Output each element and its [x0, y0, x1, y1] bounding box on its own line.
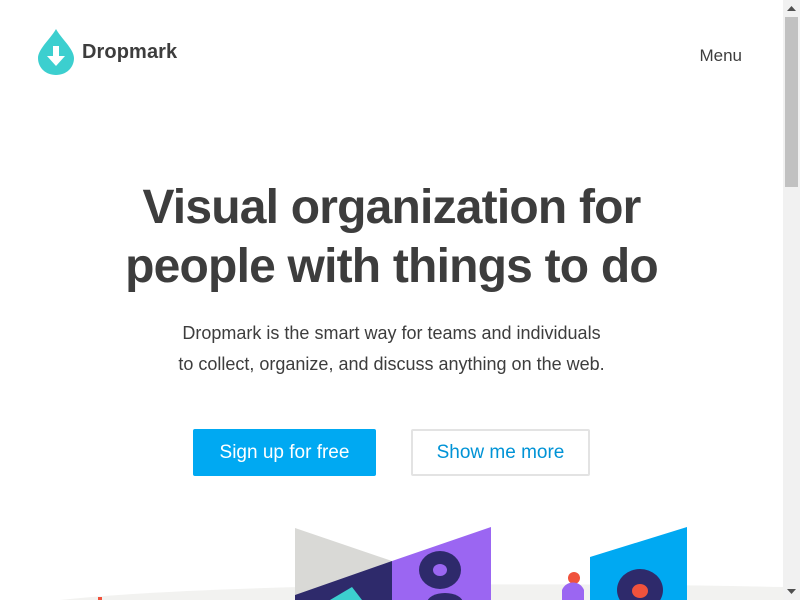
triangle-up-icon [787, 6, 796, 11]
show-more-button[interactable]: Show me more [411, 429, 590, 476]
hero-subtitle-line-1: Dropmark is the smart way for teams and … [182, 323, 601, 343]
hero-subtitle: Dropmark is the smart way for teams and … [0, 318, 783, 380]
triangle-down-icon [787, 589, 796, 594]
page: Dropmark Menu Visual organization for pe… [0, 0, 800, 600]
brand-logo-link[interactable]: Dropmark [38, 29, 177, 75]
hero-illustration-graphic [60, 527, 783, 600]
purple-panel-ring-hole [433, 564, 447, 576]
blue-panel-ring-center [632, 584, 648, 598]
hero-title: Visual organization for people with thin… [0, 178, 783, 296]
person-head-shape [568, 572, 580, 584]
sign-up-button[interactable]: Sign up for free [193, 429, 376, 476]
hero-title-line-2: people with things to do [125, 240, 659, 293]
scroll-thumb[interactable] [785, 17, 798, 187]
hero-illustration [0, 515, 783, 600]
scroll-up-button[interactable] [783, 0, 800, 17]
site-header: Dropmark Menu [0, 0, 783, 110]
brand-name: Dropmark [82, 40, 178, 63]
page-scrollbar[interactable] [783, 0, 800, 600]
scroll-down-button[interactable] [783, 583, 800, 600]
menu-link[interactable]: Menu [699, 46, 742, 66]
hero-title-line-1: Visual organization for [142, 181, 641, 234]
droplet-download-icon [38, 29, 74, 75]
hero-subtitle-line-2: to collect, organize, and discuss anythi… [178, 354, 605, 374]
